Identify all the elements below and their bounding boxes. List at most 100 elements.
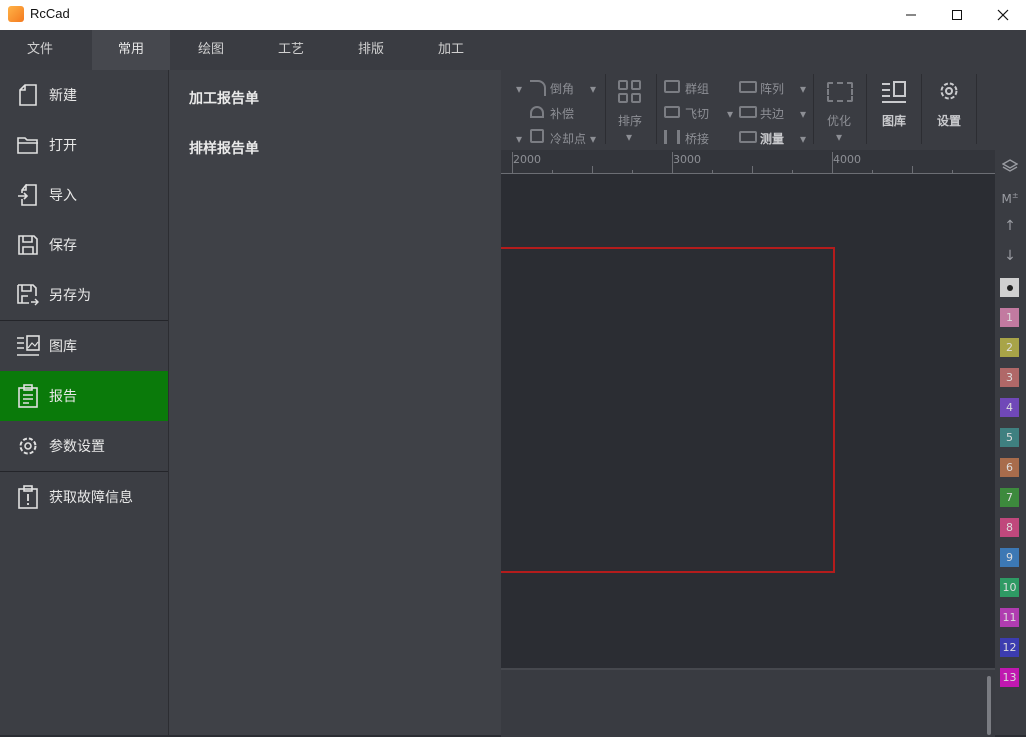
menu-item-label: 保存 bbox=[49, 238, 77, 254]
menu-item-label: 导入 bbox=[49, 188, 77, 204]
m-layer-button[interactable]: M± bbox=[998, 184, 1022, 208]
library-icon bbox=[16, 334, 40, 358]
settings-gear-icon bbox=[940, 82, 958, 100]
common-edge-icon bbox=[739, 106, 757, 118]
maximize-button[interactable] bbox=[934, 0, 980, 30]
minimize-icon bbox=[906, 14, 916, 16]
menu-item-import[interactable]: 导入 bbox=[0, 170, 168, 220]
tab-machining[interactable]: 加工 bbox=[412, 30, 490, 70]
horizontal-ruler: 2000 3000 4000 bbox=[501, 150, 995, 174]
layer-swatch[interactable]: 11 bbox=[1000, 608, 1019, 627]
menu-item-parameter-settings[interactable]: 参数设置 bbox=[0, 421, 168, 471]
dropdown-arrow-icon: ▾ bbox=[800, 82, 807, 96]
report-submenu: 加工报告单 排样报告单 bbox=[169, 70, 501, 735]
arrow-down-icon: ↓ bbox=[1004, 248, 1016, 264]
dropdown-arrow-icon: ▾ bbox=[727, 107, 734, 121]
layer-swatch[interactable]: 10 bbox=[1000, 578, 1019, 597]
gear-icon bbox=[16, 434, 40, 458]
ruler-label: 2000 bbox=[513, 153, 541, 166]
tab-common[interactable]: 常用 bbox=[92, 30, 170, 70]
layer-swatch[interactable]: 5 bbox=[1000, 428, 1019, 447]
menu-item-library[interactable]: 图库 bbox=[0, 321, 168, 371]
layer-swatch-default[interactable] bbox=[1000, 278, 1019, 297]
library-button[interactable]: 图库 bbox=[882, 112, 906, 129]
optimize-button[interactable]: 优化 bbox=[827, 112, 851, 129]
dropdown-arrow-icon: ▾ bbox=[800, 107, 807, 121]
fly-cut-button[interactable]: 飞切 bbox=[685, 105, 709, 122]
import-icon bbox=[16, 183, 40, 207]
common-edge-button[interactable]: 共边 bbox=[760, 105, 784, 122]
menu-item-report[interactable]: 报告 bbox=[0, 371, 168, 421]
part-outline[interactable] bbox=[501, 247, 835, 573]
dropdown-arrow-icon: ▾ bbox=[836, 130, 843, 144]
report-icon bbox=[16, 384, 40, 408]
measure-button[interactable]: 测量 bbox=[760, 130, 784, 147]
dropdown-arrow-icon: ▾ bbox=[516, 82, 523, 96]
machining-report-link[interactable]: 加工报告单 bbox=[189, 88, 259, 108]
dropdown-arrow-icon: ▾ bbox=[590, 132, 597, 146]
array-icon bbox=[739, 81, 757, 93]
dropdown-arrow-icon: ▾ bbox=[626, 130, 633, 144]
compensate-button[interactable]: 补偿 bbox=[550, 105, 574, 122]
layer-swatch[interactable]: 6 bbox=[1000, 458, 1019, 477]
minimize-button[interactable] bbox=[888, 0, 934, 30]
bridge-button[interactable]: 桥接 bbox=[685, 130, 709, 147]
layer-swatch[interactable]: 2 bbox=[1000, 338, 1019, 357]
ruler-label: 4000 bbox=[833, 153, 861, 166]
nesting-report-link[interactable]: 排样报告单 bbox=[189, 138, 259, 158]
move-down-button[interactable]: ↓ bbox=[998, 244, 1022, 268]
arrow-up-icon: ↑ bbox=[1004, 218, 1016, 234]
sort-button[interactable]: 排序 bbox=[618, 112, 642, 129]
compensate-icon bbox=[530, 106, 544, 118]
fault-info-icon bbox=[16, 485, 40, 509]
layer-swatch[interactable]: 8 bbox=[1000, 518, 1019, 537]
output-panel bbox=[501, 668, 995, 737]
layers-icon[interactable] bbox=[998, 154, 1022, 178]
tab-nesting[interactable]: 排版 bbox=[332, 30, 410, 70]
menu-item-save-as[interactable]: 另存为 bbox=[0, 270, 168, 320]
close-button[interactable] bbox=[980, 0, 1026, 30]
group-button[interactable]: 群组 bbox=[685, 80, 709, 97]
dot-icon bbox=[1006, 285, 1013, 291]
settings-button[interactable]: 设置 bbox=[937, 112, 961, 129]
menu-item-new[interactable]: 新建 bbox=[0, 70, 168, 120]
array-button[interactable]: 阵列 bbox=[760, 80, 784, 97]
ribbon-separator bbox=[866, 74, 867, 144]
vertical-scrollbar[interactable] bbox=[987, 676, 991, 735]
save-icon bbox=[16, 233, 40, 257]
library-icon bbox=[882, 81, 906, 103]
new-file-icon bbox=[16, 83, 40, 107]
menu-item-fault-info[interactable]: 获取故障信息 bbox=[0, 472, 168, 522]
sort-icon bbox=[618, 80, 642, 104]
menu-item-label: 报告 bbox=[49, 389, 77, 405]
title-bar: RcCad bbox=[0, 0, 1026, 30]
close-icon bbox=[997, 9, 1009, 21]
maximize-icon bbox=[952, 10, 962, 20]
menu-item-label: 图库 bbox=[49, 339, 77, 355]
chamfer-button[interactable]: 倒角 bbox=[550, 80, 574, 97]
move-up-button[interactable]: ↑ bbox=[998, 214, 1022, 238]
bridge-icon bbox=[664, 130, 680, 144]
optimize-icon bbox=[827, 82, 853, 102]
menu-item-save[interactable]: 保存 bbox=[0, 220, 168, 270]
app-logo-icon bbox=[8, 6, 24, 22]
menu-item-label: 另存为 bbox=[49, 288, 91, 304]
layer-swatch[interactable]: 4 bbox=[1000, 398, 1019, 417]
drawing-canvas[interactable] bbox=[501, 174, 995, 668]
tab-file[interactable]: 文件 bbox=[0, 30, 80, 70]
file-menu-panel: 新建 打开 导入 保存 另存为 图库 报告 参数设置 获取故障信息 bbox=[0, 70, 169, 735]
dropdown-arrow-icon: ▾ bbox=[516, 132, 523, 146]
layer-swatch[interactable]: 12 bbox=[1000, 638, 1019, 657]
save-as-icon bbox=[16, 283, 40, 307]
dropdown-arrow-icon: ▾ bbox=[590, 82, 597, 96]
tab-draw[interactable]: 绘图 bbox=[172, 30, 250, 70]
layer-swatch[interactable]: 9 bbox=[1000, 548, 1019, 567]
measure-icon bbox=[739, 131, 757, 143]
layer-swatch[interactable]: 13 bbox=[1000, 668, 1019, 687]
layer-swatch[interactable]: 1 bbox=[1000, 308, 1019, 327]
layer-swatch[interactable]: 3 bbox=[1000, 368, 1019, 387]
menu-item-open[interactable]: 打开 bbox=[0, 120, 168, 170]
tab-process[interactable]: 工艺 bbox=[252, 30, 330, 70]
cooling-point-button[interactable]: 冷却点 bbox=[550, 130, 586, 147]
layer-swatch[interactable]: 7 bbox=[1000, 488, 1019, 507]
